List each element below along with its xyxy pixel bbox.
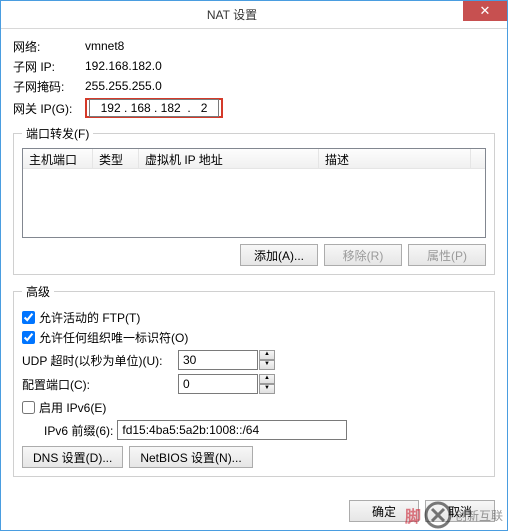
- ftp-row: 允许活动的 FTP(T): [22, 308, 486, 326]
- spin-up-icon[interactable]: ▲: [259, 350, 275, 360]
- close-icon[interactable]: ✕: [463, 1, 507, 21]
- subnet-mask-row: 子网掩码: 255.255.255.0: [13, 77, 495, 95]
- udp-timeout-spinner: ▲ ▼: [178, 350, 275, 370]
- ipv6-prefix-input[interactable]: [117, 420, 347, 440]
- spin-down-icon[interactable]: ▼: [259, 360, 275, 370]
- table-header: 主机端口 类型 虚拟机 IP 地址 描述: [23, 149, 485, 169]
- advanced-buttons: DNS 设置(D)... NetBIOS 设置(N)...: [22, 446, 486, 468]
- network-label: 网络:: [13, 38, 85, 55]
- config-port-row: 配置端口(C): ▲ ▼: [22, 374, 486, 394]
- config-port-label: 配置端口(C):: [22, 376, 172, 393]
- spin-down-icon[interactable]: ▼: [259, 384, 275, 394]
- table-body[interactable]: [23, 169, 485, 237]
- spin-up-icon[interactable]: ▲: [259, 374, 275, 384]
- content-area: 网络: vmnet8 子网 IP: 192.168.182.0 子网掩码: 25…: [1, 29, 507, 493]
- allow-any-oui-label[interactable]: 允许任何组织唯一标识符(O): [39, 329, 188, 346]
- ipv6-enable-row: 启用 IPv6(E): [22, 398, 486, 416]
- allow-active-ftp-checkbox[interactable]: [22, 311, 35, 324]
- ok-button[interactable]: 确定: [349, 500, 419, 522]
- col-type[interactable]: 类型: [93, 149, 139, 168]
- uid-row: 允许任何组织唯一标识符(O): [22, 328, 486, 346]
- subnet-mask-label: 子网掩码:: [13, 78, 85, 95]
- window-title: NAT 设置: [1, 6, 463, 23]
- network-value: vmnet8: [85, 39, 124, 53]
- properties-button: 属性(P): [408, 244, 486, 266]
- port-forwarding-table[interactable]: 主机端口 类型 虚拟机 IP 地址 描述: [22, 148, 486, 238]
- col-description[interactable]: 描述: [319, 149, 471, 168]
- gateway-row: 网关 IP(G):: [13, 97, 495, 119]
- udp-timeout-label: UDP 超时(以秒为单位)(U):: [22, 352, 172, 369]
- allow-active-ftp-label[interactable]: 允许活动的 FTP(T): [39, 309, 140, 326]
- allow-any-oui-checkbox[interactable]: [22, 331, 35, 344]
- netbios-settings-button[interactable]: NetBIOS 设置(N)...: [129, 446, 252, 468]
- advanced-group: 高级 允许活动的 FTP(T) 允许任何组织唯一标识符(O) UDP 超时(以秒…: [13, 283, 495, 477]
- port-forwarding-group: 端口转发(F) 主机端口 类型 虚拟机 IP 地址 描述 添加(A)... 移除…: [13, 125, 495, 275]
- titlebar: NAT 设置 ✕: [1, 1, 507, 29]
- cfgport-spin-buttons: ▲ ▼: [259, 374, 275, 394]
- subnet-ip-row: 子网 IP: 192.168.182.0: [13, 57, 495, 75]
- udp-timeout-input[interactable]: [178, 350, 258, 370]
- col-host-port[interactable]: 主机端口: [23, 149, 93, 168]
- add-button[interactable]: 添加(A)...: [240, 244, 318, 266]
- enable-ipv6-checkbox[interactable]: [22, 401, 35, 414]
- dns-settings-button[interactable]: DNS 设置(D)...: [22, 446, 123, 468]
- remove-button: 移除(R): [324, 244, 402, 266]
- network-row: 网络: vmnet8: [13, 37, 495, 55]
- udp-timeout-row: UDP 超时(以秒为单位)(U): ▲ ▼: [22, 350, 486, 370]
- subnet-ip-value: 192.168.182.0: [85, 59, 162, 73]
- gateway-ip-input[interactable]: [89, 99, 219, 117]
- advanced-legend: 高级: [22, 283, 54, 300]
- gateway-highlight-box: [85, 98, 223, 118]
- col-vm-ip[interactable]: 虚拟机 IP 地址: [139, 149, 319, 168]
- subnet-ip-label: 子网 IP:: [13, 58, 85, 75]
- config-port-input[interactable]: [178, 374, 258, 394]
- udp-spin-buttons: ▲ ▼: [259, 350, 275, 370]
- config-port-spinner: ▲ ▼: [178, 374, 275, 394]
- port-forwarding-buttons: 添加(A)... 移除(R) 属性(P): [22, 244, 486, 266]
- enable-ipv6-label[interactable]: 启用 IPv6(E): [39, 399, 106, 416]
- ipv6-prefix-row: IPv6 前缀(6):: [44, 420, 486, 440]
- dialog-footer: 确定 取消: [349, 500, 495, 522]
- col-scroll-spacer: [471, 149, 485, 168]
- subnet-mask-value: 255.255.255.0: [85, 79, 162, 93]
- port-forwarding-legend: 端口转发(F): [22, 125, 93, 142]
- ipv6-prefix-label: IPv6 前缀(6):: [44, 422, 113, 439]
- nat-settings-window: NAT 设置 ✕ 网络: vmnet8 子网 IP: 192.168.182.0…: [0, 0, 508, 531]
- cancel-button[interactable]: 取消: [425, 500, 495, 522]
- gateway-label: 网关 IP(G):: [13, 100, 85, 117]
